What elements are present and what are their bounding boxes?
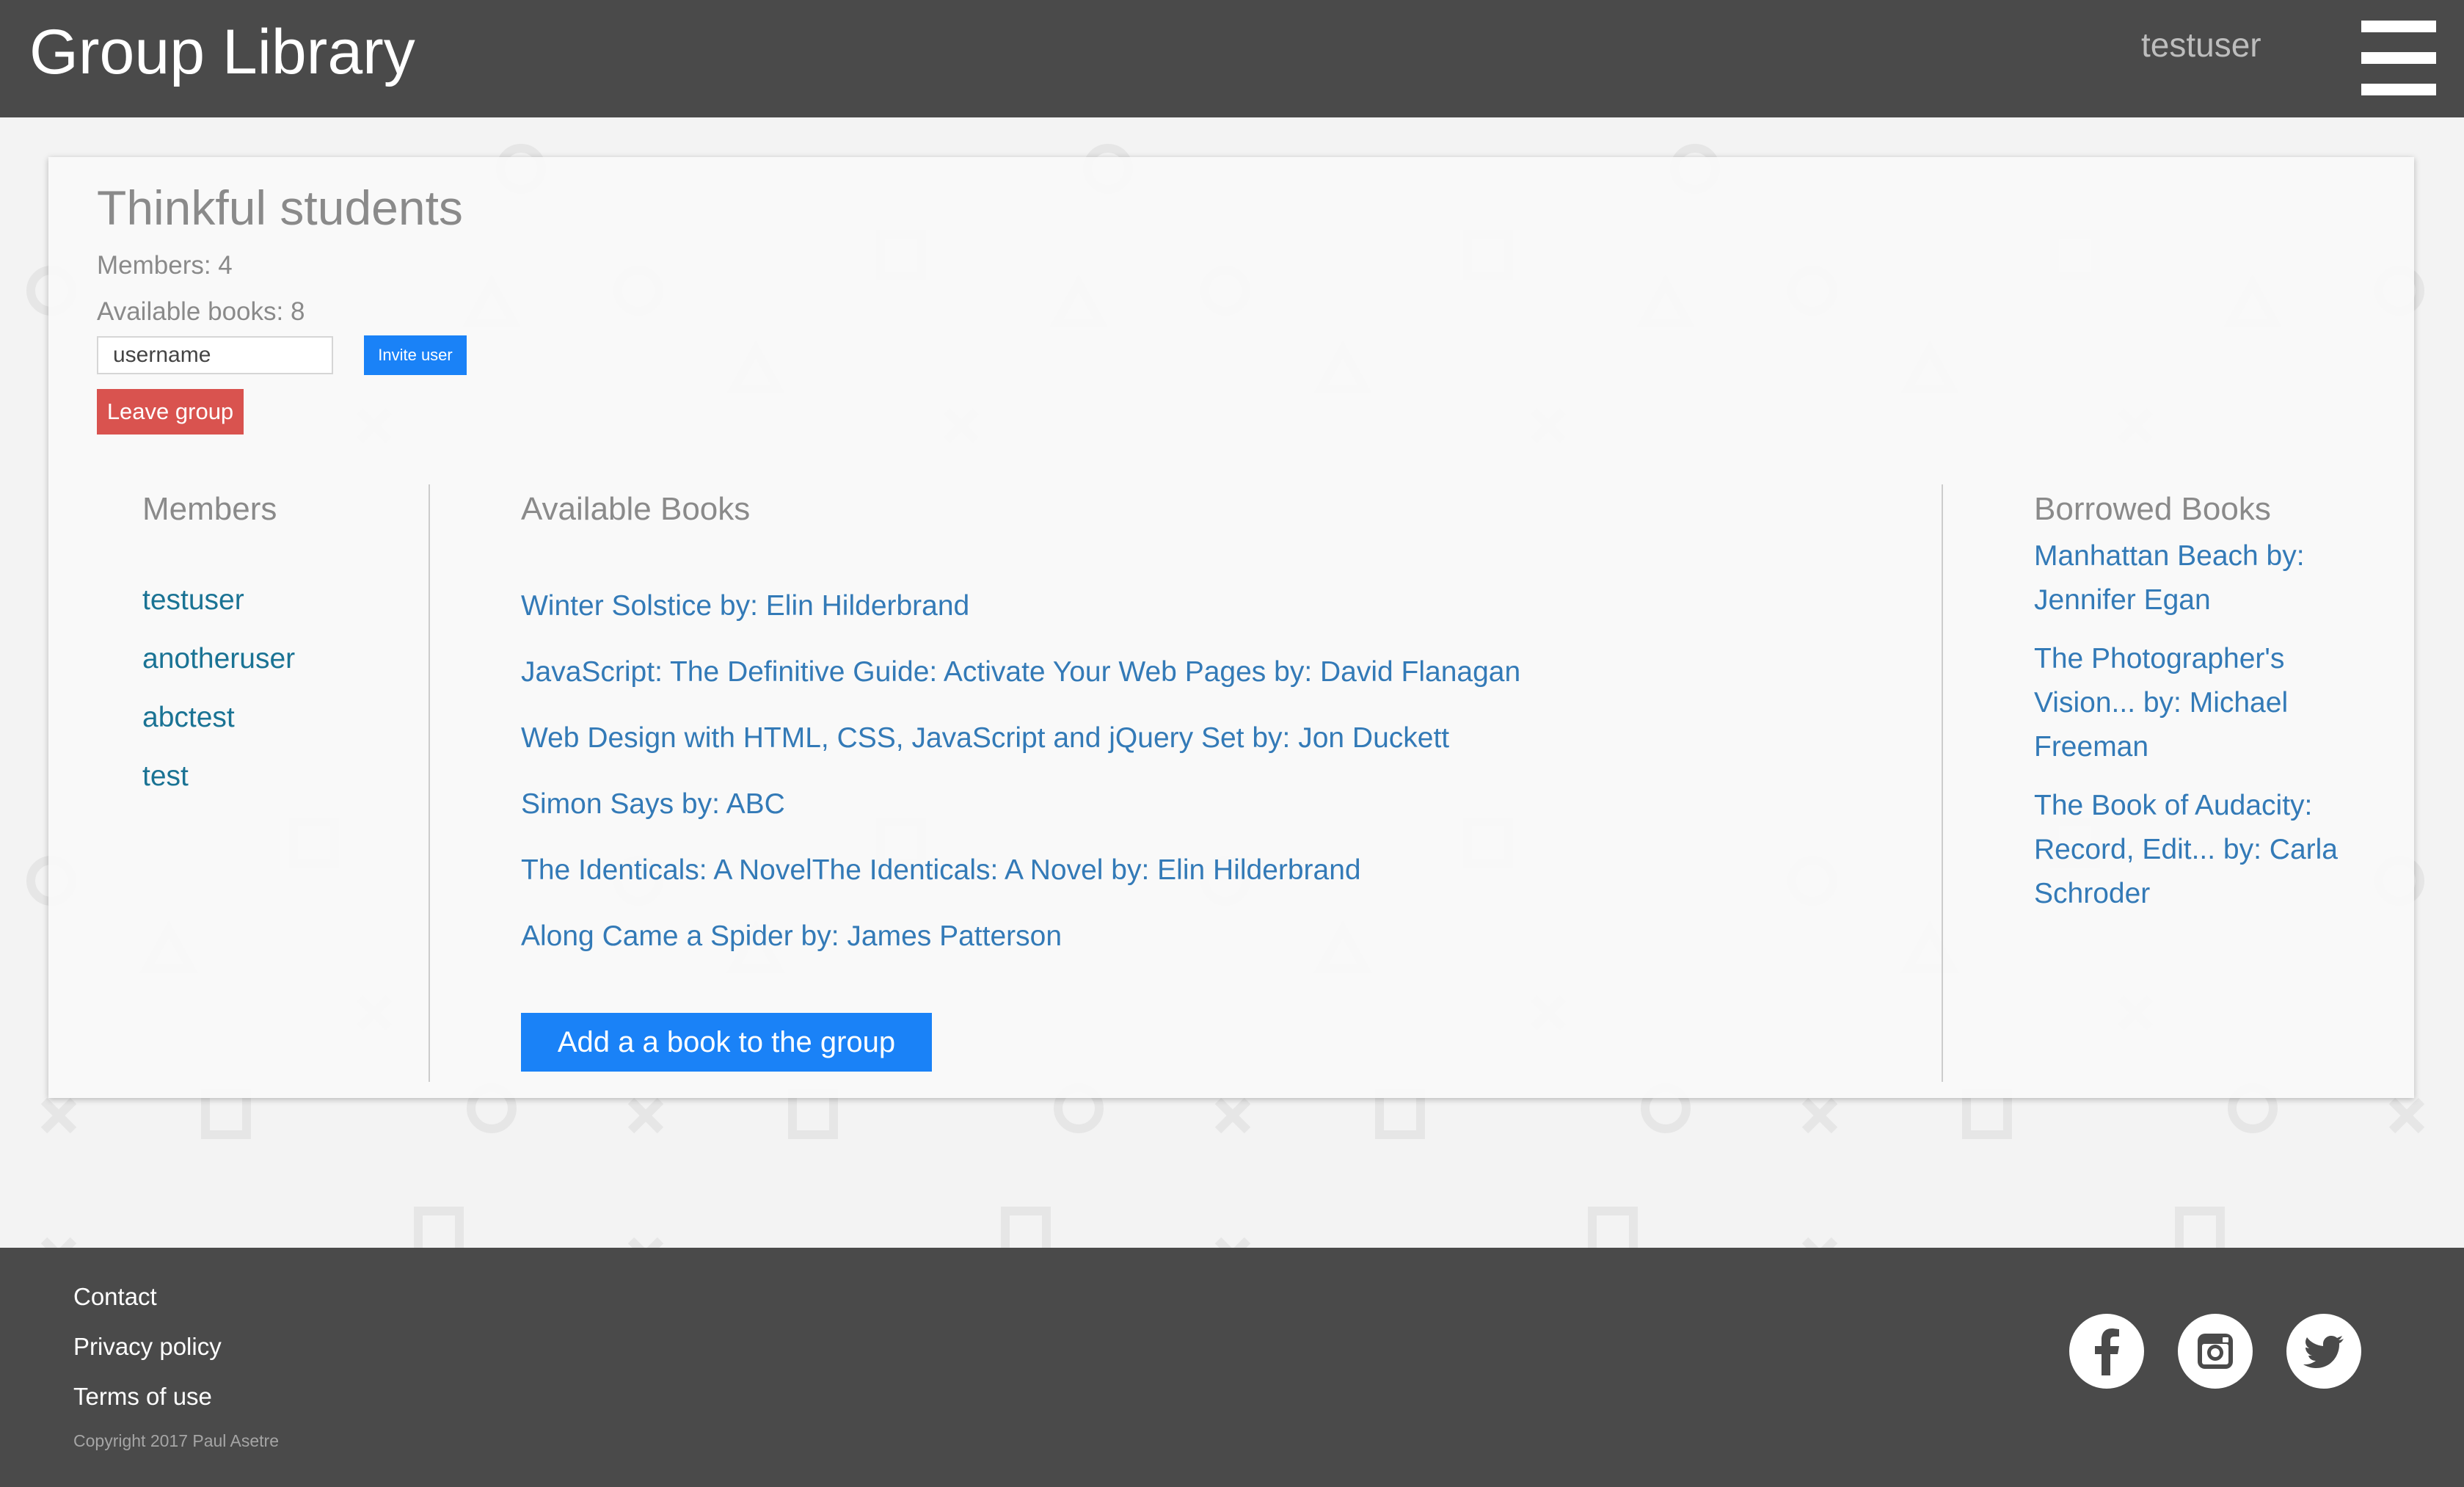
column-divider bbox=[429, 484, 430, 1082]
instagram-icon[interactable] bbox=[2178, 1314, 2253, 1389]
invite-username-input[interactable] bbox=[97, 336, 333, 374]
hamburger-menu-icon[interactable] bbox=[2361, 21, 2436, 95]
borrowed-books-column-title: Borrowed Books bbox=[2034, 491, 2271, 527]
invite-user-button[interactable]: Invite user bbox=[364, 335, 467, 375]
footer-terms-link[interactable]: Terms of use bbox=[73, 1384, 212, 1408]
footer-contact-link[interactable]: Contact bbox=[73, 1284, 157, 1309]
twitter-icon[interactable] bbox=[2286, 1314, 2361, 1389]
available-book-link[interactable]: The Identicals: A NovelThe Identicals: A… bbox=[521, 856, 1361, 884]
copyright-text: Copyright 2017 Paul Asetre bbox=[73, 1431, 280, 1450]
app-title[interactable]: Group Library bbox=[29, 21, 415, 84]
add-book-button[interactable]: Add a a book to the group bbox=[521, 1013, 932, 1072]
group-card: Thinkful students Members: 4 Available b… bbox=[48, 157, 2414, 1098]
page-footer: Contact Privacy policy Terms of use Copy… bbox=[0, 1248, 2464, 1487]
members-count: Members: 4 bbox=[97, 251, 233, 280]
borrowed-book-link[interactable]: The Book of Audacity: Record, Edit... by… bbox=[2034, 784, 2357, 916]
current-username[interactable]: testuser bbox=[2141, 28, 2261, 62]
member-link[interactable]: test bbox=[142, 762, 189, 790]
facebook-icon[interactable] bbox=[2069, 1314, 2144, 1389]
footer-privacy-link[interactable]: Privacy policy bbox=[73, 1334, 222, 1359]
available-books-count: Available books: 8 bbox=[97, 297, 305, 326]
available-book-link[interactable]: Along Came a Spider by: James Patterson bbox=[521, 922, 1062, 950]
available-book-link[interactable]: Web Design with HTML, CSS, JavaScript an… bbox=[521, 724, 1449, 752]
available-book-link[interactable]: Winter Solstice by: Elin Hilderbrand bbox=[521, 592, 969, 620]
borrowed-book-link[interactable]: The Photographer's Vision... by: Michael… bbox=[2034, 637, 2357, 769]
top-header: Group Library testuser bbox=[0, 0, 2464, 117]
members-column-title: Members bbox=[142, 491, 277, 527]
member-link[interactable]: anotheruser bbox=[142, 644, 295, 673]
borrowed-book-link[interactable]: Manhattan Beach by: Jennifer Egan bbox=[2034, 534, 2357, 622]
column-divider bbox=[1942, 484, 1943, 1082]
group-name-heading: Thinkful students bbox=[97, 181, 463, 235]
member-link[interactable]: testuser bbox=[142, 586, 244, 614]
available-book-link[interactable]: JavaScript: The Definitive Guide: Activa… bbox=[521, 658, 1520, 686]
member-link[interactable]: abctest bbox=[142, 703, 235, 732]
available-books-column-title: Available Books bbox=[521, 491, 751, 527]
available-book-link[interactable]: Simon Says by: ABC bbox=[521, 790, 785, 818]
leave-group-button[interactable]: Leave group bbox=[97, 389, 244, 435]
